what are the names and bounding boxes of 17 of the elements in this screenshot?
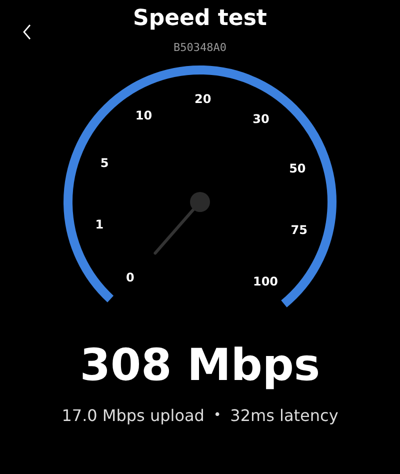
device-serial: B50348A0	[174, 41, 226, 54]
scale-label: 20	[194, 92, 212, 106]
gauge-needle	[154, 192, 210, 255]
back-icon[interactable]	[22, 24, 32, 40]
scale-label: 75	[290, 223, 308, 237]
scale-label: 10	[135, 108, 152, 123]
scale-label: 50	[289, 162, 306, 176]
scale-label: 1	[95, 217, 104, 232]
scale-label: 5	[100, 156, 109, 170]
scale-label: 100	[252, 274, 278, 288]
download-speed: 308 Mbps	[80, 340, 320, 392]
separator-dot: •	[213, 407, 222, 425]
upload-speed: 17.0 Mbps upload	[62, 406, 204, 425]
scale-label: 30	[252, 112, 270, 126]
page-title: Speed test	[133, 5, 267, 33]
scale-label: 0	[126, 270, 134, 285]
latency-value: 32ms latency	[230, 406, 338, 425]
